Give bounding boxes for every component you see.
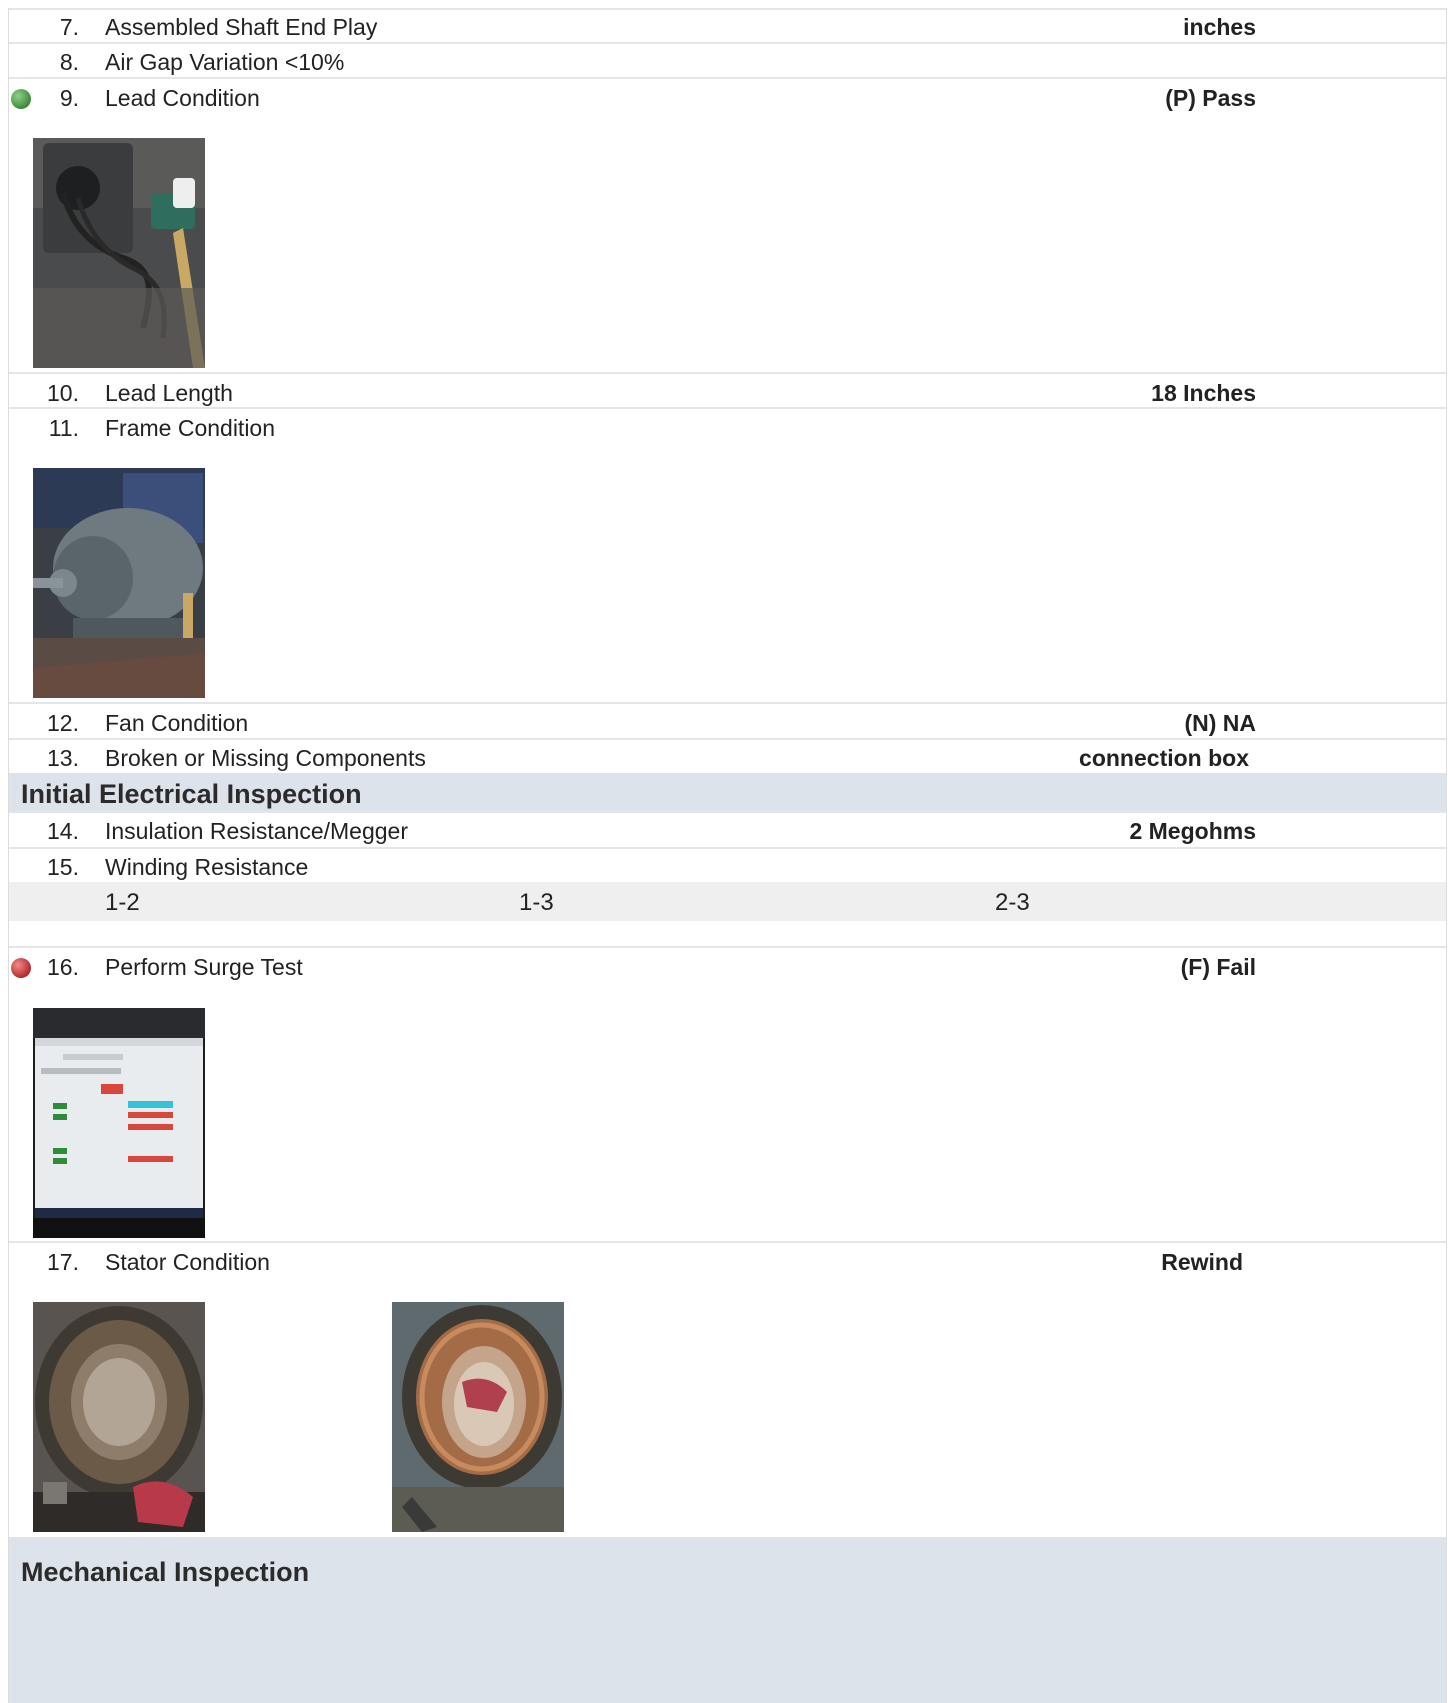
item-number: 9.: [59, 85, 79, 111]
item-number: 12.: [47, 710, 79, 736]
item-label: Lead Condition: [105, 85, 260, 111]
winding-pair-label: 1-2: [105, 889, 140, 916]
item-label: Perform Surge Test: [105, 954, 303, 980]
item-label: Fan Condition: [105, 710, 249, 736]
stator-condition-photo-1[interactable]: [33, 1302, 205, 1532]
section-header-mechanical: Mechanical Inspection: [9, 1537, 1446, 1703]
item-number: 15.: [47, 854, 79, 880]
surge-test-photo[interactable]: [33, 1008, 205, 1238]
inspection-row-17: 17. Stator Condition Rewind: [9, 1241, 1446, 1538]
inspection-report: 7. Assembled Shaft End Play inches 8. Ai…: [8, 8, 1447, 1703]
item-label: Broken or Missing Components: [105, 745, 426, 771]
inspection-row-11: 11. Frame Condition: [9, 407, 1446, 704]
item-number: 13.: [47, 745, 79, 771]
item-label: Winding Resistance: [105, 854, 309, 880]
inspection-row-13: 13. Broken or Missing Components connect…: [9, 738, 1446, 774]
item-number: 10.: [47, 380, 79, 406]
item-number: 11.: [48, 415, 79, 441]
stator-condition-photo-2[interactable]: [392, 1302, 564, 1532]
section-title: Mechanical Inspection: [21, 1557, 310, 1587]
inspection-row-15: 15. Winding Resistance: [9, 847, 1446, 883]
inspection-row-12: 12. Fan Condition (N) NA: [9, 702, 1446, 738]
item-value: (N) NA: [1184, 710, 1256, 736]
item-value: inches: [1183, 14, 1256, 40]
item-label: Insulation Resistance/Megger: [105, 818, 408, 844]
inspection-row-9: 9. Lead Condition (P) Pass: [9, 77, 1446, 374]
inspection-row-16: 16. Perform Surge Test (F) Fail: [9, 946, 1446, 1243]
winding-pair-label: 2-3: [995, 889, 1030, 916]
item-value: connection box: [1079, 745, 1249, 771]
inspection-row-8: 8. Air Gap Variation <10%: [9, 42, 1446, 78]
section-header-electrical: Initial Electrical Inspection: [9, 773, 1446, 813]
item-value: (P) Pass: [1165, 85, 1256, 111]
inspection-row-14: 14. Insulation Resistance/Megger 2 Megoh…: [9, 811, 1446, 847]
winding-resistance-subrow: 1-2 1-3 2-3: [9, 882, 1446, 921]
item-value: Rewind: [1161, 1249, 1243, 1275]
item-label: Lead Length: [105, 380, 233, 406]
item-number: 14.: [47, 818, 79, 844]
section-title: Initial Electrical Inspection: [21, 779, 362, 809]
item-number: 17.: [47, 1249, 79, 1275]
item-label: Air Gap Variation <10%: [105, 49, 345, 75]
item-value: 2 Megohms: [1129, 818, 1256, 844]
frame-condition-photo[interactable]: [33, 468, 205, 698]
item-number: 7.: [59, 14, 79, 40]
inspection-row-10: 10. Lead Length 18 Inches: [9, 372, 1446, 408]
item-value: 18 Inches: [1151, 380, 1256, 406]
item-value: (F) Fail: [1180, 954, 1256, 980]
inspection-row-7: 7. Assembled Shaft End Play inches: [9, 8, 1446, 44]
lead-condition-photo[interactable]: [33, 138, 205, 368]
item-label: Stator Condition: [105, 1249, 270, 1275]
item-label: Assembled Shaft End Play: [105, 14, 378, 40]
item-label: Frame Condition: [105, 415, 276, 441]
item-number: 8.: [59, 49, 79, 75]
item-number: 16.: [47, 954, 79, 980]
winding-pair-label: 1-3: [519, 889, 554, 916]
